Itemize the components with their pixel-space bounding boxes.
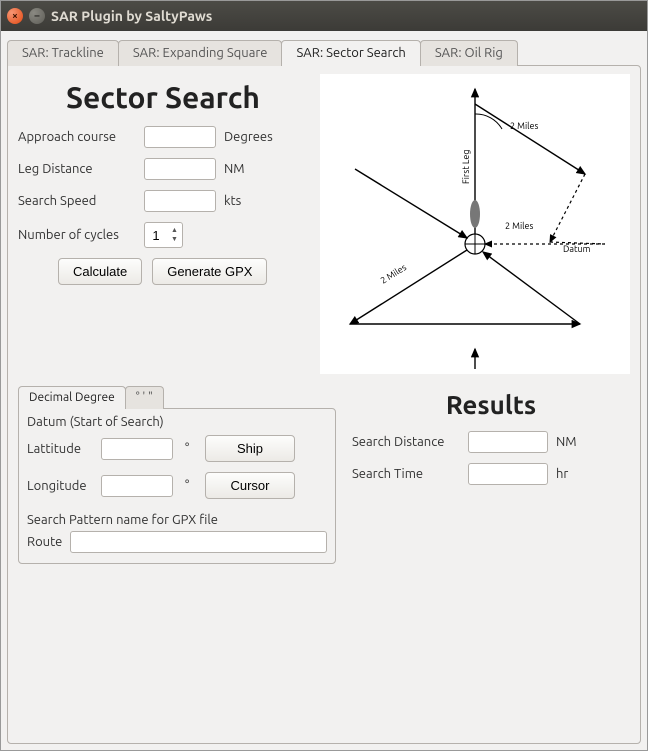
tab-trackline[interactable]: SAR: Trackline [7,40,119,66]
window-minimize-button[interactable]: – [29,8,45,24]
longitude-label: Longitude [27,479,95,493]
search-speed-label: Search Speed [18,194,136,208]
route-input[interactable] [70,531,327,553]
latitude-degree-symbol: ° [185,442,199,456]
window-close-button[interactable]: × [7,8,23,24]
diagram-datum-label: Datum [563,244,591,254]
main-tabs: SAR: Trackline SAR: Expanding Square SAR… [7,37,641,65]
approach-course-unit: Degrees [224,130,273,144]
search-distance-label: Search Distance [352,435,460,449]
leg-distance-input[interactable] [144,158,216,180]
search-distance-unit: NM [556,435,577,449]
window-title: SAR Plugin by SaltyPaws [51,8,212,24]
search-time-label: Search Time [352,467,460,481]
leg-distance-unit: NM [224,162,245,176]
tab-dms[interactable]: ° ' " [125,386,164,409]
cycles-down-icon[interactable]: ▼ [167,235,182,244]
gpx-name-label: Search Pattern name for GPX file [27,513,327,527]
sector-search-heading: Sector Search [18,80,308,114]
diagram-2miles-mid: 2 Miles [505,221,533,231]
longitude-degree-symbol: ° [185,479,199,493]
datum-panel: Datum (Start of Search) Lattitude ° Ship… [18,408,336,564]
route-label: Route [27,535,62,549]
search-speed-unit: kts [224,194,241,208]
tab-oil-rig[interactable]: SAR: Oil Rig [420,40,518,66]
titlebar: × – SAR Plugin by SaltyPaws [1,1,647,31]
tab-expanding-square[interactable]: SAR: Expanding Square [118,40,283,66]
latitude-label: Lattitude [27,442,95,456]
approach-course-label: Approach course [18,130,136,144]
diagram-2miles-left: 2 Miles [379,262,408,286]
cycles-stepper[interactable]: ▲ ▼ [144,222,183,248]
search-distance-output[interactable] [468,431,548,453]
longitude-input[interactable] [101,475,173,497]
datum-section-title: Datum (Start of Search) [27,415,327,429]
cycles-up-icon[interactable]: ▲ [167,226,182,235]
leg-distance-label: Leg Distance [18,162,136,176]
datum-tabs: Decimal Degree ° ' " [18,382,336,408]
diagram-2miles-top: 2 Miles [510,121,538,131]
number-of-cycles-label: Number of cycles [18,228,136,242]
latitude-input[interactable] [101,438,173,460]
calculate-button[interactable]: Calculate [58,258,142,285]
generate-gpx-button[interactable]: Generate GPX [152,258,267,285]
tab-decimal-degree[interactable]: Decimal Degree [18,386,126,409]
sector-search-panel: Sector Search Approach course Degrees Le… [7,65,641,744]
ship-button[interactable]: Ship [205,435,295,462]
sector-search-diagram: First Leg 2 Miles 2 Miles Datum [320,74,630,374]
search-time-output[interactable] [468,463,548,485]
search-speed-input[interactable] [144,190,216,212]
diagram-first-leg-label: First Leg [461,149,471,184]
cycles-input[interactable] [145,224,167,246]
search-time-unit: hr [556,467,568,481]
tab-sector-search[interactable]: SAR: Sector Search [281,40,420,66]
approach-course-input[interactable] [144,126,216,148]
cursor-button[interactable]: Cursor [205,472,295,499]
results-heading: Results [352,390,630,419]
